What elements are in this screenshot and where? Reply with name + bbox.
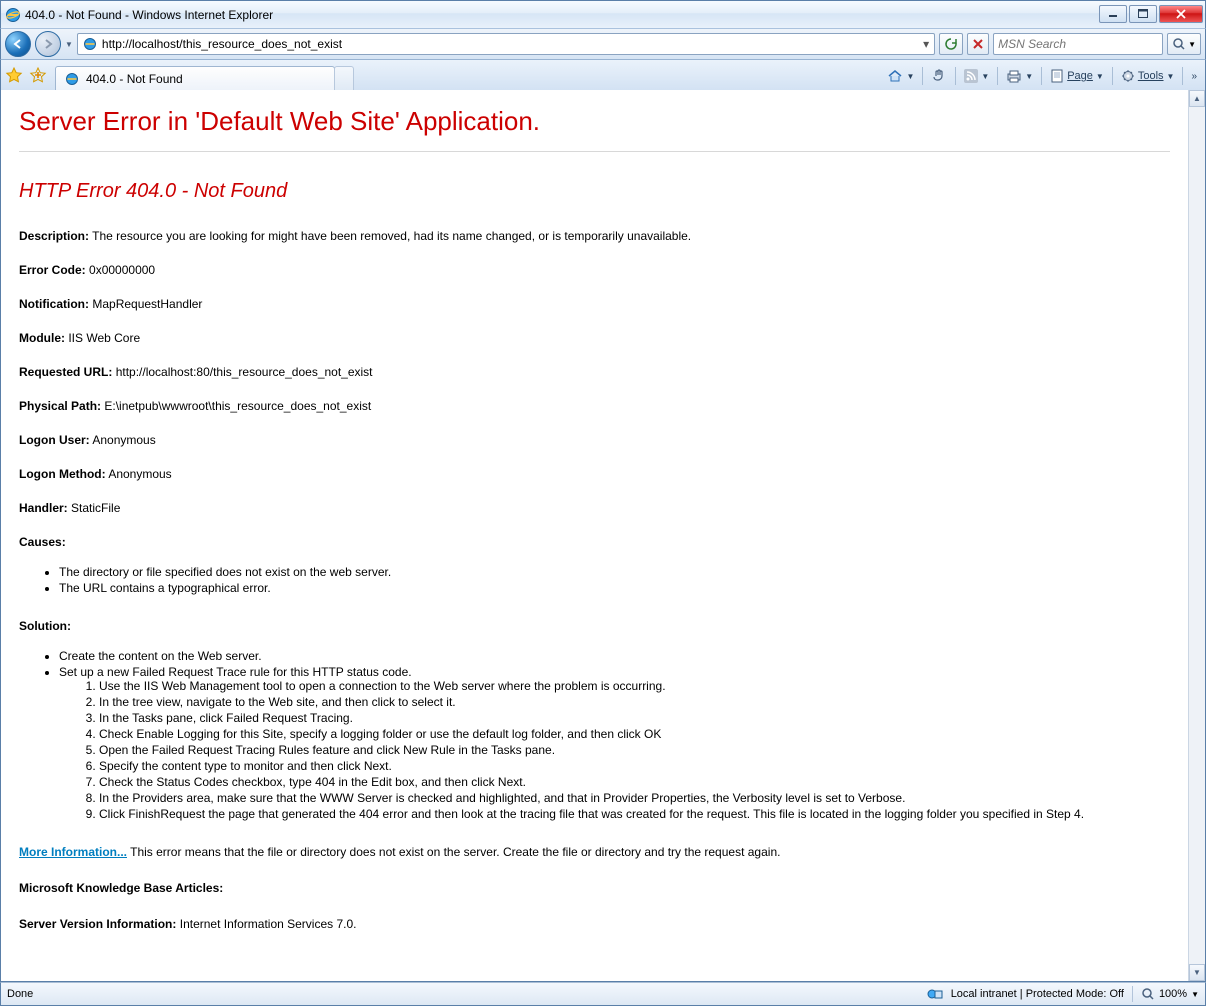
command-row: 404.0 - Not Found ▼ ▼ ▼ Page▼ Tools▼ » — [0, 60, 1206, 90]
list-item: Set up a new Failed Request Trace rule f… — [59, 665, 1170, 821]
notification-field: Notification: MapRequestHandler — [19, 297, 1170, 311]
list-item: In the Providers area, make sure that th… — [99, 791, 1170, 805]
list-item: In the tree view, navigate to the Web si… — [99, 695, 1170, 709]
server-version-info: Server Version Information: Internet Inf… — [19, 917, 1170, 931]
vertical-scrollbar[interactable]: ▲ ▼ — [1188, 90, 1205, 981]
add-favorite-icon[interactable] — [29, 67, 47, 85]
solution-heading: Solution: — [19, 619, 1170, 633]
logon-user-field: Logon User: Anonymous — [19, 433, 1170, 447]
titlebar: 404.0 - Not Found - Windows Internet Exp… — [0, 0, 1206, 28]
print-button[interactable]: ▼ — [1002, 67, 1037, 85]
more-info-text: This error means that the file or direct… — [130, 845, 780, 859]
security-zone: Local intranet | Protected Mode: Off — [951, 988, 1124, 1000]
tab-title: 404.0 - Not Found — [86, 72, 183, 86]
page-menu-label: Page — [1067, 70, 1093, 82]
module-field: Module: IIS Web Core — [19, 331, 1170, 345]
description-field: Description: The resource you are lookin… — [19, 229, 1170, 243]
maximize-button[interactable] — [1129, 5, 1157, 23]
list-item: Use the IIS Web Management tool to open … — [99, 679, 1170, 693]
refresh-button[interactable] — [939, 33, 963, 55]
page-menu[interactable]: Page▼ — [1046, 67, 1108, 85]
toolbar-overflow[interactable]: » — [1187, 71, 1201, 82]
list-item: Check the Status Codes checkbox, type 40… — [99, 775, 1170, 789]
list-item: The directory or file specified does not… — [59, 565, 1170, 579]
hand-tool-icon[interactable] — [927, 66, 951, 86]
list-item: Create the content on the Web server. — [59, 649, 1170, 663]
home-button[interactable]: ▼ — [883, 66, 918, 86]
nav-row: ▼ ▾ ▼ — [0, 28, 1206, 60]
content-area: Server Error in 'Default Web Site' Appli… — [0, 90, 1206, 982]
tools-menu-label: Tools — [1138, 70, 1164, 82]
zoom-control[interactable]: 100% ▼ — [1141, 987, 1199, 1001]
solution-steps: Use the IIS Web Management tool to open … — [99, 679, 1170, 821]
divider — [19, 151, 1170, 152]
list-item: In the Tasks pane, click Failed Request … — [99, 711, 1170, 725]
logon-method-field: Logon Method: Anonymous — [19, 467, 1170, 481]
http-error-heading: HTTP Error 404.0 - Not Found — [19, 180, 1170, 203]
list-item-text: Set up a new Failed Request Trace rule f… — [59, 665, 412, 679]
list-item: The URL contains a typographical error. — [59, 581, 1170, 595]
scroll-up-button[interactable]: ▲ — [1189, 90, 1205, 107]
ie-icon — [5, 7, 21, 23]
more-info-section: More Information... This error means tha… — [19, 845, 1170, 859]
zoom-icon — [1141, 987, 1155, 1001]
causes-heading: Causes: — [19, 535, 1170, 549]
forward-button[interactable] — [35, 31, 61, 57]
status-text: Done — [7, 988, 33, 1000]
solution-list: Create the content on the Web server. Se… — [59, 649, 1170, 821]
search-input[interactable] — [994, 37, 1162, 51]
list-item: Open the Failed Request Tracing Rules fe… — [99, 743, 1170, 757]
browser-tab[interactable]: 404.0 - Not Found — [55, 66, 335, 90]
minimize-button[interactable] — [1099, 5, 1127, 23]
physical-path-field: Physical Path: E:\inetpub\wwwroot\this_r… — [19, 399, 1170, 413]
status-bar: Done Local intranet | Protected Mode: Of… — [0, 982, 1206, 1006]
scroll-track[interactable] — [1189, 107, 1205, 964]
back-button[interactable] — [5, 31, 31, 57]
favorites-star-icon[interactable] — [5, 67, 23, 85]
window-title: 404.0 - Not Found - Windows Internet Exp… — [25, 8, 1097, 22]
stop-button[interactable] — [967, 33, 989, 55]
tab-page-icon — [64, 71, 80, 87]
page-icon — [82, 36, 98, 52]
handler-field: Handler: StaticFile — [19, 501, 1170, 515]
address-bar[interactable]: ▾ — [77, 33, 935, 55]
scroll-down-button[interactable]: ▼ — [1189, 964, 1205, 981]
page-content: Server Error in 'Default Web Site' Appli… — [1, 90, 1188, 981]
search-button[interactable]: ▼ — [1167, 33, 1201, 55]
zoom-level: 100% — [1159, 988, 1187, 1000]
causes-list: The directory or file specified does not… — [59, 565, 1170, 595]
search-box[interactable] — [993, 33, 1163, 55]
list-item: Check Enable Logging for this Site, spec… — [99, 727, 1170, 741]
address-dropdown[interactable]: ▾ — [918, 37, 934, 51]
kb-heading: Microsoft Knowledge Base Articles: — [19, 881, 1170, 895]
requested-url-field: Requested URL: http://localhost:80/this_… — [19, 365, 1170, 379]
nav-history-dropdown[interactable]: ▼ — [65, 40, 73, 49]
server-error-heading: Server Error in 'Default Web Site' Appli… — [19, 106, 1170, 137]
zone-icon — [927, 987, 943, 1001]
feeds-button[interactable]: ▼ — [960, 67, 993, 85]
tools-menu[interactable]: Tools▼ — [1117, 67, 1179, 85]
more-info-link[interactable]: More Information... — [19, 845, 127, 859]
error-code-field: Error Code: 0x00000000 — [19, 263, 1170, 277]
new-tab-button[interactable] — [334, 66, 354, 90]
address-input[interactable] — [102, 35, 918, 53]
zoom-dropdown-icon[interactable]: ▼ — [1191, 990, 1199, 999]
list-item: Click FinishRequest the page that genera… — [99, 807, 1170, 821]
close-button[interactable] — [1159, 5, 1203, 23]
list-item: Specify the content type to monitor and … — [99, 759, 1170, 773]
